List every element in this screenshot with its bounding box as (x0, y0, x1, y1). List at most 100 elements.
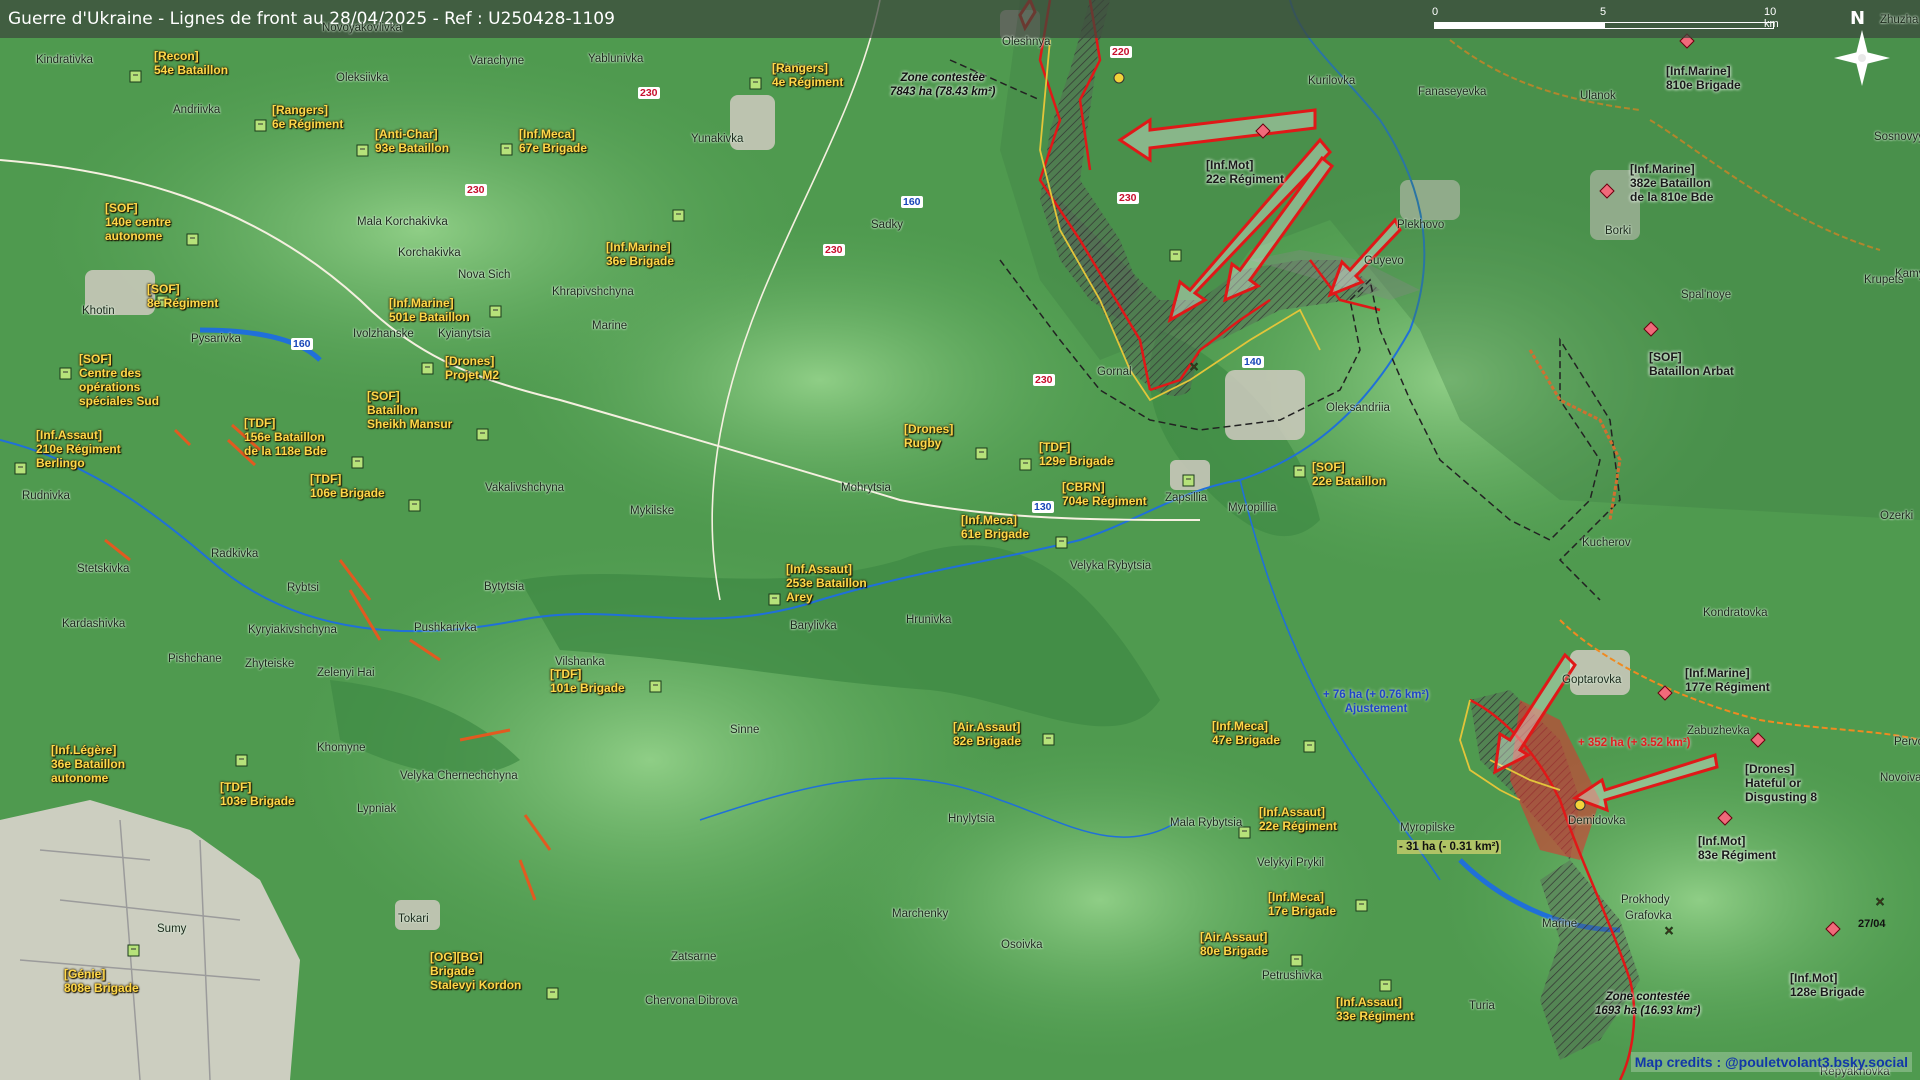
ukrainian-unit-label[interactable]: [Inf.Marine] 501e Bataillon (389, 296, 470, 324)
town-label: Tokari (398, 913, 429, 925)
ukrainian-unit-label[interactable]: [Air.Assaut] 82e Brigade (953, 720, 1021, 748)
unit-label-line: [SOF] (367, 389, 400, 403)
ukrainian-unit-label[interactable]: [Inf.Assaut] 253e Bataillon Arey (786, 562, 867, 604)
clash-marker-icon[interactable]: ✕ (1189, 360, 1200, 375)
russian-unit-label[interactable]: [Inf.Mot] 83e Régiment (1698, 834, 1776, 862)
town-label: Myropillia (1228, 502, 1277, 514)
ukrainian-unit-icon[interactable] (1055, 536, 1068, 549)
unit-label-line: 808e Brigade (64, 981, 139, 995)
clash-marker-icon[interactable]: ✕ (1875, 895, 1886, 910)
russian-unit-label[interactable]: [SOF] Bataillon Arbat (1649, 350, 1734, 378)
ukrainian-unit-icon[interactable] (1182, 474, 1195, 487)
unit-label-line: [SOF] (105, 201, 138, 215)
ukrainian-unit-icon[interactable] (489, 305, 502, 318)
ukrainian-unit-label[interactable]: [CBRN] 704e Régiment (1062, 480, 1147, 508)
unit-label-line: Brigade (430, 964, 475, 978)
ukrainian-unit-label[interactable]: [Génie] 808e Brigade (64, 967, 139, 995)
ukrainian-unit-label[interactable]: [Rangers] 4e Régiment (772, 61, 843, 89)
russian-unit-label[interactable]: [Inf.Marine] 382e Bataillon de la 810e Bde (1630, 162, 1713, 204)
ukrainian-unit-label[interactable]: [SOF] Bataillon Sheikh Mansur (367, 389, 452, 431)
ukrainian-unit-label[interactable]: [Inf.Meca] 47e Brigade (1212, 719, 1280, 747)
ukrainian-unit-icon[interactable] (186, 233, 199, 246)
russian-unit-label[interactable]: [Inf.Marine] 177e Régiment (1685, 666, 1770, 694)
unit-label-line: 61e Brigade (961, 527, 1030, 541)
ukrainian-unit-label[interactable]: [SOF] 8e Régiment (147, 282, 218, 310)
ukrainian-unit-icon[interactable] (500, 143, 513, 156)
town-label: Chervona Dibrova (645, 995, 738, 1007)
unit-label-line: Bataillon Arbat (1649, 364, 1734, 378)
ukrainian-unit-label[interactable]: [Inf.Assaut] 210e Régiment Berlingo (36, 428, 121, 470)
ukrainian-unit-label[interactable]: [Inf.Assaut] 33e Régiment (1336, 995, 1414, 1023)
ukrainian-unit-label[interactable]: [Inf.Légère] 36e Bataillon autonome (51, 743, 125, 785)
ukrainian-unit-label[interactable]: [Inf.Meca] 61e Brigade (961, 513, 1029, 541)
town-label: Gornal (1097, 366, 1132, 378)
ukrainian-unit-icon[interactable] (127, 944, 140, 957)
town-label: Pushkarivka (414, 622, 477, 634)
ukrainian-unit-label[interactable]: [Recon] 54e Bataillon (154, 49, 228, 77)
ukrainian-unit-icon[interactable] (1169, 249, 1182, 262)
russian-unit-label[interactable]: [Inf.Mot] 128e Brigade (1790, 971, 1865, 999)
ukrainian-unit-icon[interactable] (1303, 740, 1316, 753)
ukrainian-unit-icon[interactable] (672, 209, 685, 222)
unit-label-line: [Rangers] (272, 103, 329, 117)
clash-marker-icon[interactable]: ✕ (1664, 924, 1675, 939)
ukrainian-unit-icon[interactable] (254, 119, 267, 132)
ukrainian-unit-icon[interactable] (768, 593, 781, 606)
unit-label-line: autonome (51, 771, 109, 785)
ukrainian-unit-label[interactable]: [TDF] 101e Brigade (550, 667, 625, 695)
title-bar: Guerre d'Ukraine - Lignes de front au 28… (0, 0, 1920, 38)
ukrainian-unit-icon[interactable] (975, 447, 988, 460)
ukrainian-unit-icon[interactable] (1293, 465, 1306, 478)
unit-label-line: [Inf.Meca] (961, 513, 1018, 527)
ukrainian-unit-icon[interactable] (1019, 458, 1032, 471)
objective-marker-icon[interactable] (1574, 799, 1586, 811)
ukrainian-unit-icon[interactable] (351, 456, 364, 469)
ukrainian-unit-icon[interactable] (235, 754, 248, 767)
ukrainian-unit-label[interactable]: [Inf.Meca] 17e Brigade (1268, 890, 1336, 918)
ukrainian-unit-icon[interactable] (1379, 979, 1392, 992)
map-credits[interactable]: Map credits : @pouletvolant3.bsky.social (1630, 1052, 1912, 1072)
ukrainian-unit-icon[interactable] (1355, 899, 1368, 912)
ukrainian-unit-icon[interactable] (421, 362, 434, 375)
road-number-label: 160 (291, 338, 313, 350)
ukrainian-unit-label[interactable]: [Rangers] 6e Régiment (272, 103, 343, 131)
ukrainian-unit-label[interactable]: [Air.Assaut] 80e Brigade (1200, 930, 1268, 958)
ukrainian-unit-label[interactable]: [Anti-Char] 93e Bataillon (375, 127, 449, 155)
ukrainian-unit-label[interactable]: [TDF] 129e Brigade (1039, 440, 1114, 468)
ukrainian-unit-icon[interactable] (356, 144, 369, 157)
ukrainian-unit-icon[interactable] (749, 77, 762, 90)
russian-unit-label[interactable]: [Inf.Marine] 810e Brigade (1666, 64, 1741, 92)
ukrainian-unit-icon[interactable] (408, 499, 421, 512)
ukrainian-unit-label[interactable]: [Drones] Rugby (904, 422, 953, 450)
ukrainian-unit-label[interactable]: [Drones] Projet M2 (445, 354, 499, 382)
unit-label-line: Disgusting 8 (1745, 790, 1818, 804)
ukrainian-unit-icon[interactable] (649, 680, 662, 693)
unit-label-line: Sheikh Mansur (367, 417, 453, 431)
town-label: Velykyi Prykil (1257, 857, 1325, 869)
ukrainian-unit-icon[interactable] (59, 367, 72, 380)
ukrainian-unit-label[interactable]: [TDF] 156e Bataillon de la 118e Bde (244, 416, 327, 458)
ukrainian-unit-icon[interactable] (14, 462, 27, 475)
ukrainian-unit-label[interactable]: [SOF] 140e centre autonome (105, 201, 171, 243)
objective-marker-icon[interactable] (1113, 72, 1125, 84)
ukrainian-unit-label[interactable]: [SOF] Centre des opérations spéciales Sud (79, 352, 159, 408)
ukrainian-unit-label[interactable]: [TDF] 103e Brigade (220, 780, 295, 808)
unit-label-line: [SOF] (147, 282, 180, 296)
ukrainian-unit-icon[interactable] (546, 987, 559, 1000)
ukrainian-unit-label[interactable]: [Inf.Meca] 67e Brigade (519, 127, 587, 155)
russian-unit-label[interactable]: [Inf.Mot] 22e Régiment (1206, 158, 1284, 186)
ukrainian-unit-icon[interactable] (1290, 954, 1303, 967)
ukrainian-unit-icon[interactable] (129, 70, 142, 83)
russian-unit-label[interactable]: [Drones] Hateful or Disgusting 8 (1745, 762, 1817, 804)
ukrainian-unit-icon[interactable] (1042, 733, 1055, 746)
town-label: Kurilovka (1308, 75, 1356, 87)
ukrainian-unit-icon[interactable] (476, 428, 489, 441)
ukrainian-unit-label[interactable]: [OG][BG] Brigade Stalevyi Kordon (430, 950, 521, 992)
ukrainian-unit-label[interactable]: [SOF] 22e Bataillon (1312, 460, 1386, 488)
ukrainian-unit-label[interactable]: [Inf.Marine] 36e Brigade (606, 240, 674, 268)
town-label: Zhyteiske (245, 658, 295, 670)
unit-label-line: [TDF] (550, 667, 582, 681)
ukrainian-unit-label[interactable]: [Inf.Assaut] 22e Régiment (1259, 805, 1337, 833)
town-label: Marine (592, 320, 628, 332)
ukrainian-unit-label[interactable]: [TDF] 106e Brigade (310, 472, 385, 500)
